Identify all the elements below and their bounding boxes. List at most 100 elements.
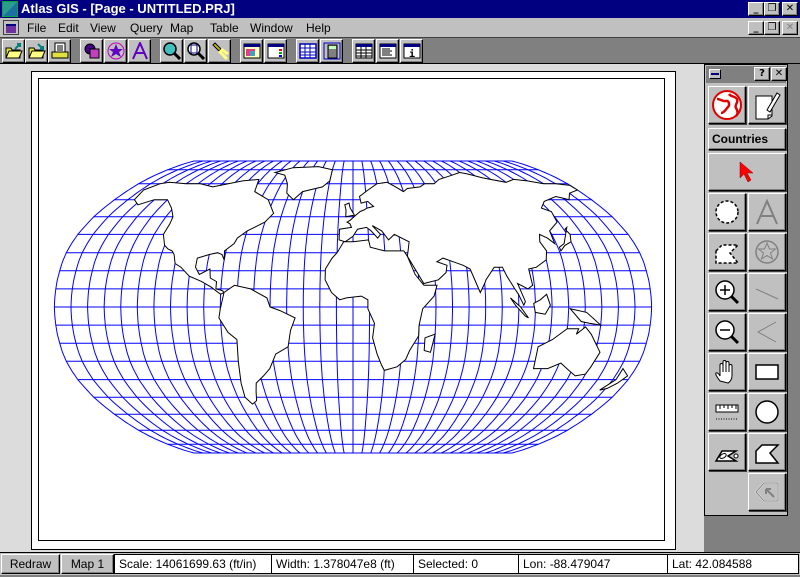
toolbar: i [0,37,800,64]
circle-tool-button[interactable] [748,393,786,431]
magnifier-globe-icon [163,42,181,60]
star-circle-icon [107,42,125,60]
map-mode-button[interactable] [708,86,746,124]
info-button[interactable]: i [400,39,423,63]
printer-icon [51,42,69,59]
window-title: Atlas GIS - [Page - UNTITLED.PRJ] [21,1,235,16]
redraw-button[interactable]: Redraw [1,554,60,574]
shapes-icon [84,43,100,59]
map-selector-button[interactable]: Map 1 [61,554,114,574]
calculator-button[interactable] [320,39,343,63]
title-bar: Atlas GIS - [Page - UNTITLED.PRJ] _ ❐ ✕ [0,0,800,18]
polyline-tool-button[interactable] [748,313,786,351]
palette-menu-icon[interactable] [709,69,721,79]
edit-node-tool-button[interactable] [748,473,786,511]
table-view-button[interactable] [296,39,319,63]
magnifier-page-icon [187,42,205,60]
zoom-in-tool-button[interactable] [708,273,746,311]
node-edit-icon [754,482,779,502]
restore-button[interactable]: ❐ [764,2,780,16]
rectangle-icon [755,364,779,380]
legend-window-icon [267,43,285,59]
app-icon[interactable] [2,1,18,17]
longitude-readout: Lon: -88.479047 [518,554,668,574]
select-polygon-tool-button[interactable] [708,233,746,271]
polygon-icon [755,444,780,464]
table-icon [355,43,373,59]
add-layer-button[interactable] [80,39,103,63]
palette-close-button[interactable]: ✕ [771,67,787,81]
menu-query[interactable]: Query [130,21,163,35]
map-window-icon [243,43,261,59]
zoom-globe-button[interactable] [160,39,183,63]
pan-tool-button[interactable] [708,353,746,391]
form-icon [379,43,397,59]
page-view[interactable] [0,64,704,552]
measure-tool-button[interactable] [708,393,746,431]
star-circle-icon [755,240,779,264]
select-tool-button[interactable] [708,153,786,191]
map-window-button[interactable] [240,39,263,63]
symbol-button[interactable] [104,39,127,63]
map-frame[interactable] [38,78,665,541]
landmass-sumatra[interactable] [509,297,529,319]
doc-minimize-button[interactable]: _ [748,21,764,35]
rectangle-tool-button[interactable] [748,353,786,391]
polygon-tool-button[interactable] [748,433,786,471]
tool-palette: ? ✕ Countries [704,64,788,516]
layout-page[interactable] [31,71,676,550]
layout-mode-button[interactable] [748,86,786,124]
doc-close-button[interactable]: ✕ [782,21,798,35]
buffer-tool-button[interactable] [708,433,746,471]
menu-window[interactable]: Window [250,21,293,35]
menu-bar: File Edit View Query Map Table Window He… [0,18,800,37]
graticule [53,160,653,454]
open-project-button[interactable] [2,39,25,63]
doc-restore-button[interactable]: ❐ [764,21,780,35]
scale-readout: Scale: 14061699.63 (ft/in) [114,554,272,574]
palette-titlebar[interactable]: ? ✕ [706,66,787,83]
world-map[interactable] [39,79,666,542]
ruler-icon [715,404,739,420]
close-button[interactable]: ✕ [782,2,798,16]
folder-open-icon [5,43,23,59]
form-view-button[interactable] [376,39,399,63]
active-layer-button[interactable]: Countries [708,128,786,150]
legend-window-button[interactable] [264,39,287,63]
folder-import-icon [28,43,46,59]
spotlight-button[interactable] [208,39,231,63]
landmass-australia[interactable] [532,326,601,377]
globe-icon [712,90,742,120]
width-readout: Width: 1.378047e8 (ft) [271,554,414,574]
browse-table-button[interactable] [352,39,375,63]
menu-map[interactable]: Map [170,21,193,35]
document-system-menu-icon[interactable] [3,20,19,35]
calculator-icon [323,42,341,60]
landmass-north-america[interactable] [133,178,275,295]
landmass-south-america[interactable] [218,284,296,405]
palette-help-button[interactable]: ? [754,67,770,81]
menu-file[interactable]: File [27,21,46,35]
print-button[interactable] [48,39,71,63]
menu-view[interactable]: View [90,21,116,35]
page-pencil-icon [755,92,781,120]
select-circle-tool-button[interactable] [708,193,746,231]
line-tool-button[interactable] [748,273,786,311]
open-file-button[interactable] [25,39,48,63]
landmass-greenland[interactable] [273,166,334,201]
label-button[interactable] [128,39,151,63]
menu-help[interactable]: Help [306,21,331,35]
flashlight-icon [212,42,229,60]
minimize-button[interactable]: _ [748,2,764,16]
zoom-out-tool-button[interactable] [708,313,746,351]
symbol-tool-button[interactable] [748,233,786,271]
landmass-borneo[interactable] [533,293,551,315]
zoom-page-button[interactable] [184,39,207,63]
menu-edit[interactable]: Edit [58,21,79,35]
coastlines [133,166,629,405]
menu-table[interactable]: Table [210,21,239,35]
svg-text:i: i [409,48,415,60]
arrow-pointer-icon [739,161,754,183]
text-tool-button[interactable] [748,193,786,231]
circle-icon [755,400,779,424]
